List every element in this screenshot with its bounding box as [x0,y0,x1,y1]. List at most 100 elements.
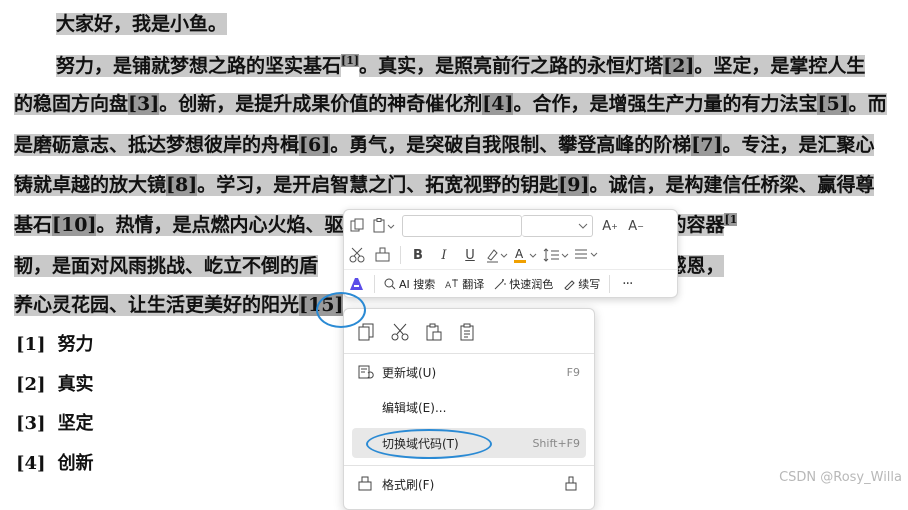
text-run: 。合作，是增强生产力量的有力法宝 [513,93,818,115]
context-quick-actions [354,317,480,347]
align-icon[interactable] [573,244,599,266]
toolbar-separator [609,275,611,293]
menu-item-label: 编辑域(E)... [382,400,447,415]
paragraph-line[interactable]: 是磨砺意志、抵达梦想彼岸的舟楫[6]。勇气，是突破自我限制、攀登高峰的阶梯[7]… [14,127,908,163]
cut-icon[interactable] [388,320,412,344]
svg-text:A: A [515,247,524,261]
magic-wand-icon [494,279,506,290]
grow-font-icon[interactable]: A + [599,215,621,237]
paste-icon[interactable] [372,215,396,237]
text-run: 大家好，我是小鱼。 [56,13,228,35]
shrink-font-icon[interactable]: A − [625,215,647,237]
chevron-down-icon [578,223,588,229]
format-painter-icon[interactable] [372,244,394,266]
paragraph-line[interactable]: 大家好，我是小鱼。 [56,6,908,42]
reference-text: 创新 [57,453,94,474]
format-painter-icon [352,476,380,492]
text-run: 。坚定，是掌控人生 [694,55,866,77]
refresh-field-icon [352,364,380,380]
continue-writing-button[interactable]: 续写 [563,276,600,292]
format-painter-side-icon[interactable] [562,474,586,495]
ai-search-icon [384,278,396,290]
text-run: 韧，是面对风雨挑战、屹立不倒的盾 [14,255,319,277]
menu-item-edit-field[interactable]: 编辑域(E)... [352,392,586,422]
citation-field[interactable]: [4] [482,93,514,115]
text-run: 。热情，是点燃内心火焰、驱 [96,214,344,236]
menu-item-update-field[interactable]: 更新域(U) F9 [352,357,586,387]
reference-text: 努力 [57,334,94,355]
cut-icon[interactable] [346,244,368,266]
quick-polish-button[interactable]: 快速润色 [494,276,553,292]
ai-search-button[interactable]: AI 搜索 [384,276,435,292]
menu-divider [344,353,594,354]
line-spacing-icon[interactable] [543,244,569,266]
paragraph-line[interactable]: 铸就卓越的放大镜[8]。学习，是开启智慧之门、拓宽视野的钥匙[9]。诚信，是构建… [14,167,908,203]
citation-field[interactable]: [5] [817,93,849,115]
text-run: 。专注，是汇聚心 [722,134,875,156]
menu-item-shortcut: Shift+F9 [532,436,580,450]
font-size-combo[interactable] [522,215,593,237]
toolbar-separator [374,275,375,293]
more-icon[interactable]: ··· [616,273,638,295]
paste-text-only-icon[interactable] [456,320,480,344]
citation-field[interactable]: [9] [558,174,590,196]
citation-field[interactable]: [10] [52,214,97,236]
copy-icon[interactable] [354,320,378,344]
translate-icon: A [445,279,459,290]
text-run: 养心灵花园、让生活更美好的阳光 [14,294,300,316]
font-name-combo[interactable] [402,215,522,237]
paragraph-line[interactable]: 努力，是铺就梦想之路的坚实基石[1]。真实，是照亮前行之路的永恒灯塔[2]。坚定… [56,48,908,84]
pen-icon [564,280,575,290]
menu-divider [344,465,594,466]
reference-number: [4] [16,453,46,474]
underline-icon[interactable]: U [459,244,481,266]
menu-item-format-painter[interactable]: 格式刷(F) [352,469,586,499]
copy-format-icon[interactable] [346,215,368,237]
reference-number: [3] [16,413,46,434]
text-run: 。诚信，是构建信任桥梁、赢得尊 [589,174,875,196]
menu-item-label: 格式刷(F) [382,477,435,492]
citation-field[interactable]: [7] [691,134,723,156]
text-run: 是磨砺意志、抵达梦想彼岸的舟楫 [14,134,300,156]
citation-field[interactable]: [3] [128,93,160,115]
menu-item-label: 更新域(U) [382,365,437,380]
bold-icon[interactable]: B [407,244,429,266]
toolbar-separator [400,246,401,264]
reference-entry: [2] 真实 [16,370,94,400]
reference-entry: [1] 努力 [16,330,94,360]
text-run: 的稳固方向盘 [14,93,129,115]
watermark: CSDN @Rosy_Willa [779,470,902,485]
citation-field[interactable]: [1 [724,213,738,226]
mini-toolbar: A + A − B I U A AI 搜索 A 翻译 快速润色 续写 ··· [343,209,678,298]
paste-keep-format-icon[interactable] [422,320,446,344]
svg-text:A: A [445,281,452,290]
text-run: 铸就卓越的放大镜 [14,174,167,196]
translate-button[interactable]: A 翻译 [445,276,484,292]
highlight-icon[interactable] [485,244,509,266]
reference-number: [2] [16,374,46,395]
font-color-icon[interactable]: A [513,244,539,266]
citation-field[interactable]: [8] [166,174,198,196]
reference-entry: [3] 坚定 [16,409,94,439]
italic-icon[interactable]: I [433,244,455,266]
citation-field[interactable]: [1] [341,54,360,67]
text-run: 。勇气，是突破自我限制、攀登高峰的阶梯 [330,134,692,156]
annotation-circle-toggle-code [366,429,492,459]
citation-field[interactable]: [6] [299,134,331,156]
text-run: 。创新，是提升成果价值的神奇催化剂 [159,93,483,115]
text-run: 努力，是铺就梦想之路的坚实基石 [56,55,342,77]
context-menu: 更新域(U) F9 编辑域(E)... 切换域代码(T) Shift+F9 格式… [343,308,595,510]
citation-field[interactable]: [2] [663,55,695,77]
text-run: 。真实，是照亮前行之路的永恒灯塔 [359,55,664,77]
ai-logo-icon[interactable] [346,273,368,295]
reference-entry: [4] 创新 [16,449,94,479]
text-run: 基石 [14,214,53,236]
annotation-circle-field [316,292,366,328]
reference-text: 真实 [57,374,94,395]
paragraph-line[interactable]: 的稳固方向盘[3]。创新，是提升成果价值的神奇催化剂[4]。合作，是增强生产力量… [14,86,908,122]
reference-text: 坚定 [57,413,94,434]
menu-item-shortcut: F9 [566,365,580,379]
text-run: 。而 [848,93,887,115]
reference-number: [1] [16,334,46,355]
text-run: 。学习，是开启智慧之门、拓宽视野的钥匙 [197,174,559,196]
